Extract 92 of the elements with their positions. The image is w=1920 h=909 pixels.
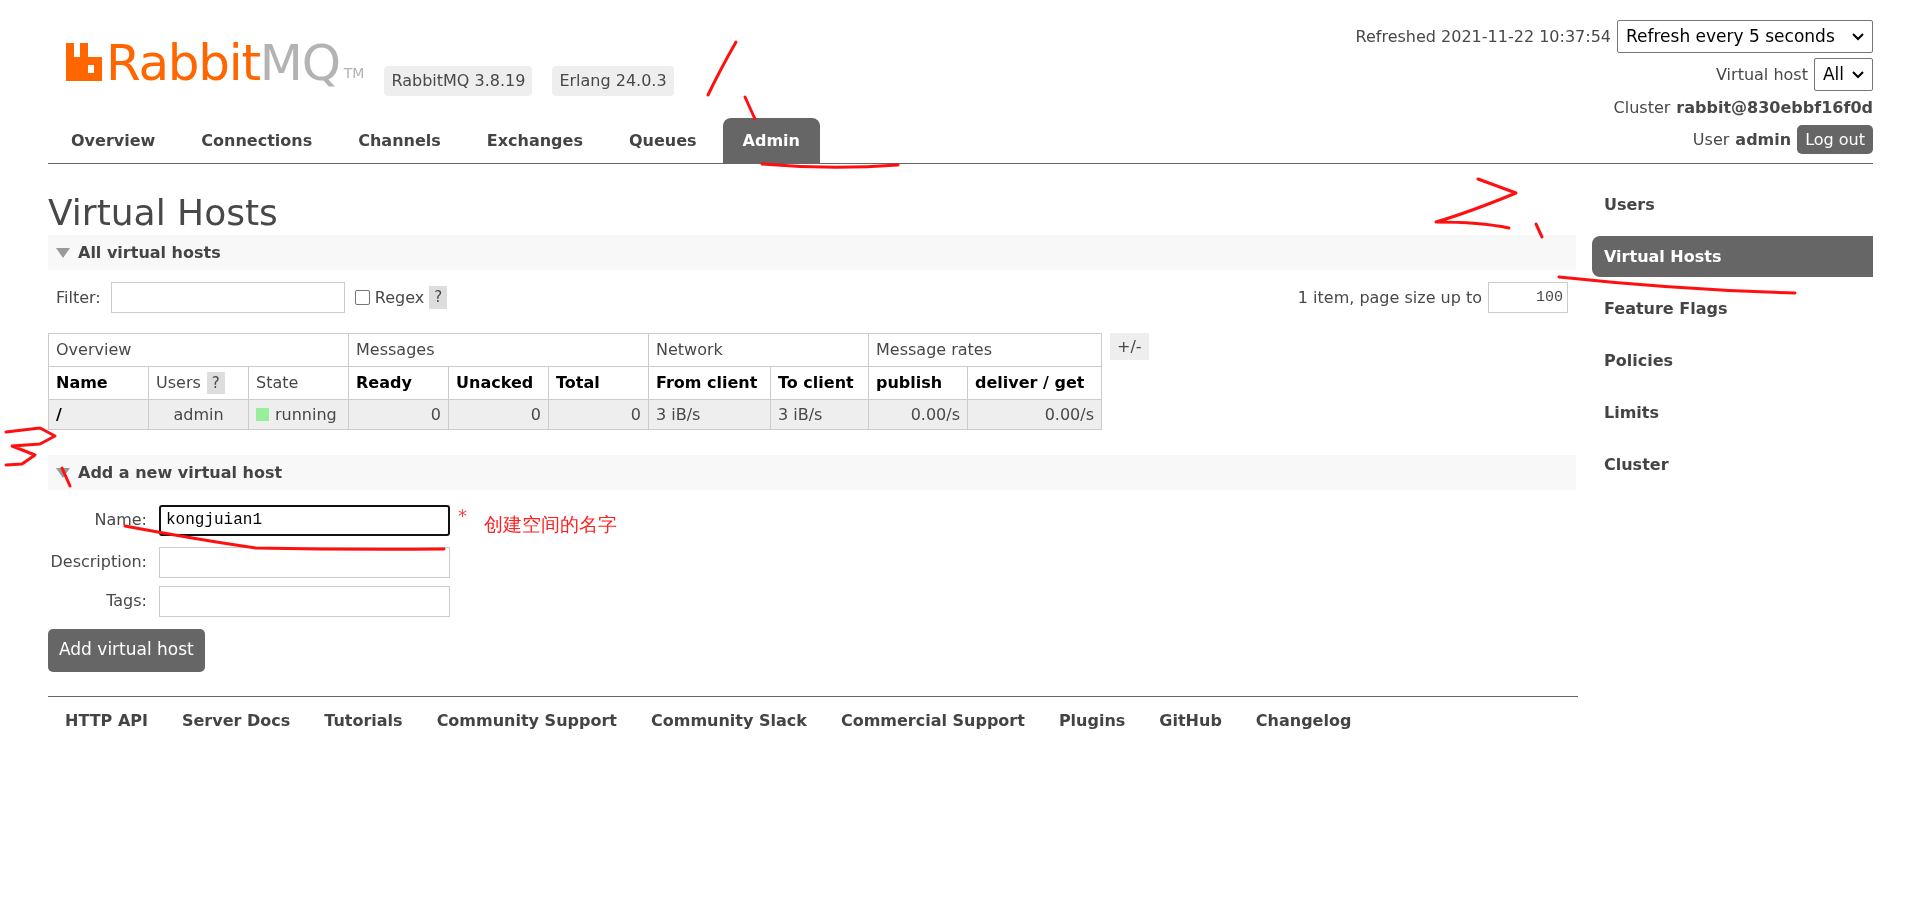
footer-link[interactable]: Server Docs [181,708,291,733]
rabbit-logo-icon [66,43,102,81]
table-cell: 3 iB/s [770,399,869,430]
column-header[interactable]: To client [770,366,869,400]
sidebar-item[interactable]: Virtual Hosts [1592,236,1873,277]
required-asterisk: * [458,504,467,528]
field-label: Name: [93,509,148,532]
column-header[interactable]: Unacked [448,366,549,400]
column-group-header: Overview [48,333,349,367]
footer-link[interactable]: Tutorials [324,708,403,733]
version-badge: RabbitMQ 3.8.19 [384,66,533,96]
vhost-link[interactable]: / [48,399,149,430]
regex-label: Regex [374,286,425,309]
sidebar-item[interactable]: Cluster [1592,444,1873,485]
user-label: User [1692,128,1730,151]
chevron-down-icon [1852,70,1864,79]
help-button[interactable]: ? [206,371,225,395]
field-label: Tags: [105,590,148,612]
section-header[interactable]: All virtual hosts [48,235,1576,270]
footer-link[interactable]: Community Slack [650,708,807,733]
collapse-triangle-icon[interactable] [56,247,70,258]
add-virtual-host-button[interactable]: Add virtual host [48,628,205,672]
text-field[interactable]: kongjuian1 [159,504,450,536]
table-cell: 0.00/s [967,399,1102,430]
text-field[interactable] [159,546,450,578]
footer-link[interactable]: Changelog [1255,708,1352,733]
filter-field[interactable] [110,282,345,313]
table-cell: admin [148,399,249,430]
cluster-name: rabbit@830ebbf16f0d [1676,97,1873,119]
sidebar-item[interactable]: Limits [1592,392,1873,433]
annotation-stroke [1534,222,1544,239]
paging-info: 1 item, page size up to [1297,286,1482,309]
page-size-field[interactable]: 100 [1488,282,1568,313]
column-header[interactable]: Total [548,366,649,400]
table-cell: 0.00/s [868,399,968,430]
sidebar-item[interactable]: Policies [1592,340,1873,381]
footer-link[interactable]: Commercial Support [840,708,1025,733]
column-group-header: Network [648,333,869,367]
column-header[interactable]: deliver / get [967,366,1102,400]
annotation-stroke [4,426,57,467]
logout-button[interactable]: Log out [1797,125,1873,154]
chevron-down-icon [1852,32,1864,41]
column-header[interactable]: Name [48,366,149,400]
sidebar-item[interactable]: Users [1592,184,1873,225]
annotation-text: 创建空间的名字 [484,512,617,537]
footer-link[interactable]: Community Support [436,708,617,733]
logo-suffix: MQ [259,38,340,88]
annotation-stroke [60,466,72,488]
table-cell: 3 iB/s [648,399,771,430]
footer-link[interactable]: Plugins [1058,708,1126,733]
field-label: Description: [49,551,148,573]
state-text: running [275,403,337,426]
footer-link[interactable]: HTTP API [65,708,148,733]
column-header: State [248,366,349,400]
table-cell: 0 [548,399,649,430]
logo-brand: Rabbit [106,38,260,88]
column-group-header: Message rates [868,333,1102,367]
column-header[interactable]: publish [868,366,968,400]
table-cell: 0 [348,399,449,430]
refresh-select[interactable]: Refresh every 5 seconds [1617,20,1873,53]
text-field[interactable] [159,585,450,617]
section-header[interactable]: Add a new virtual host [48,455,1576,490]
nav-tab[interactable]: Channels [338,118,461,163]
column-label: Users [156,372,201,394]
nav-tab[interactable]: Connections [181,118,333,163]
virtual-host-label: Virtual host [1716,63,1808,86]
nav-tab[interactable]: Overview [51,118,176,163]
collapse-triangle-icon[interactable] [56,467,70,478]
user-name: admin [1735,128,1792,151]
help-button[interactable]: ? [429,286,448,309]
virtual-host-select[interactable]: All [1813,58,1873,91]
nav-tab[interactable]: Queues [608,118,717,163]
nav-tab[interactable]: Admin [722,118,820,163]
table-cell: 0 [448,399,549,430]
column-header[interactable]: From client [648,366,771,400]
cluster-label: Cluster [1613,97,1671,119]
section-title: All virtual hosts [78,241,221,264]
section-title: Add a new virtual host [78,461,283,484]
filter-label: Filter: [56,286,101,309]
column-header[interactable]: Ready [348,366,449,400]
sidebar-item[interactable]: Feature Flags [1592,288,1873,329]
column-group-header: Messages [348,333,649,367]
annotation-stroke [706,40,738,97]
column-toggle-button[interactable]: +/- [1110,333,1149,360]
version-badge: Erlang 24.0.3 [552,66,674,96]
footer-link[interactable]: GitHub [1159,708,1222,733]
trademark: TM [343,64,365,83]
regex-checkbox[interactable] [354,290,370,305]
refreshed-time: Refreshed 2021-11-22 10:37:54 [1355,25,1611,48]
page-title: Virtual Hosts [48,195,278,231]
nav-tab[interactable]: Exchanges [466,118,603,163]
annotation-stroke [743,95,757,121]
